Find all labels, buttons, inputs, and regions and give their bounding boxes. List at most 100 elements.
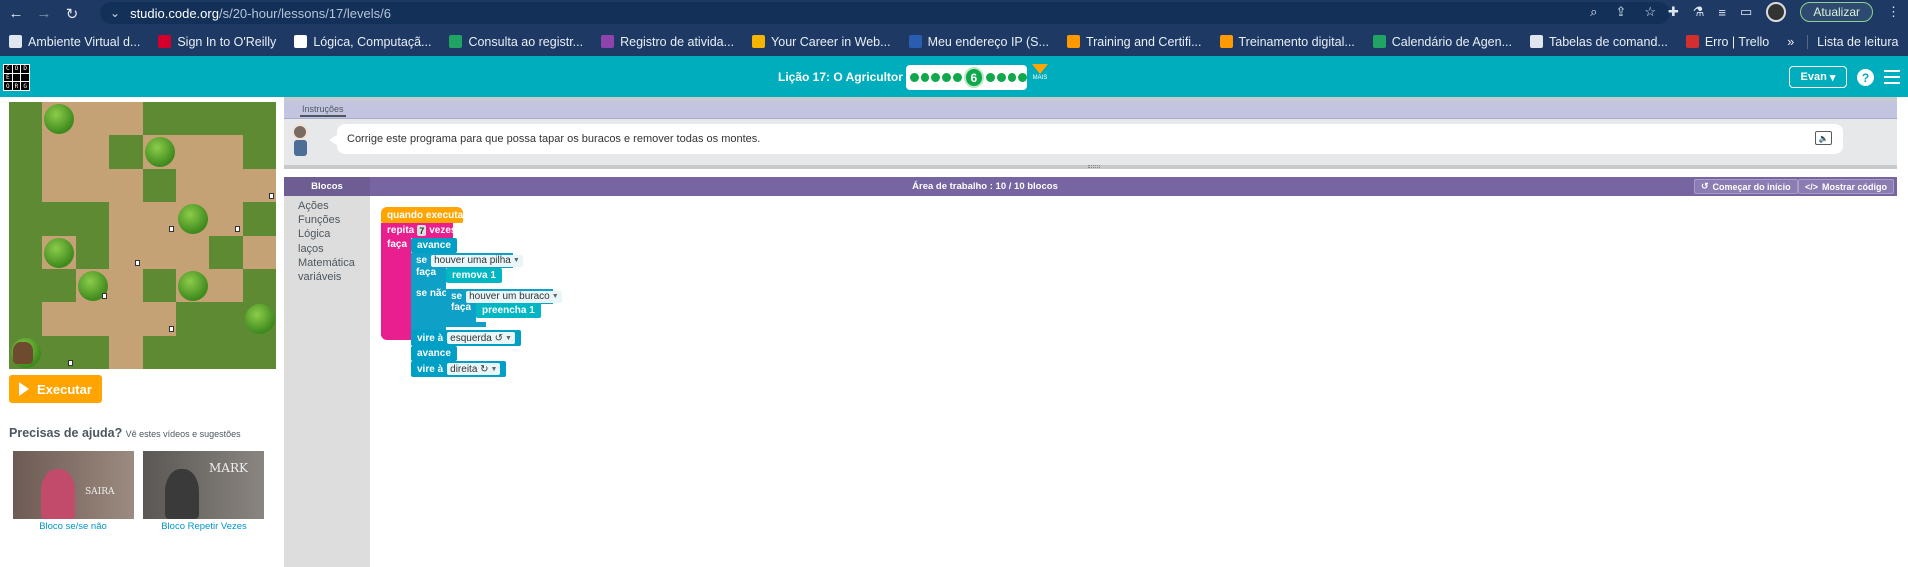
grass-tile	[109, 135, 143, 169]
hamburger-menu-icon[interactable]	[1884, 70, 1900, 84]
restart-label: Começar do início	[1712, 181, 1791, 192]
browser-menu-icon[interactable]: ⋮	[1887, 4, 1900, 20]
fill-block[interactable]: preencha 1	[476, 303, 541, 318]
level-dot[interactable]	[931, 73, 941, 82]
when-run-block[interactable]: quando executar	[381, 207, 467, 223]
remove-block[interactable]: remova 1	[446, 268, 502, 283]
toolbox-category[interactable]: Lógica	[298, 228, 330, 240]
bookmark-item[interactable]: Tabelas de comand...	[1521, 35, 1677, 49]
pile-marker-icon	[168, 326, 174, 333]
dirt-tile	[175, 235, 210, 269]
repeat-count-field[interactable]: 7	[417, 225, 427, 236]
reload-icon[interactable]: ↻	[60, 4, 84, 24]
restart-button[interactable]: ↺ Começar do início	[1694, 179, 1798, 194]
lesson-title[interactable]: Lição 17: O Agricultor 3	[778, 70, 913, 84]
bookmarks-overflow-button[interactable]: »	[1778, 35, 1803, 49]
address-bar[interactable]: ⌄ studio.code.org/s/20-hour/lessons/17/l…	[100, 2, 1670, 24]
bookmark-star-icon[interactable]: ☆	[1644, 4, 1656, 20]
bookmark-item[interactable]: Lógica, Computaçã...	[285, 35, 440, 49]
bookmark-item[interactable]: Registro de ativida...	[592, 35, 743, 49]
dirt-tile	[175, 168, 210, 203]
bookmark-item[interactable]: Ambiente Virtual d...	[0, 35, 149, 49]
toolbox-category[interactable]: Ações	[298, 200, 329, 212]
bookmark-item[interactable]: Consulta ao registr...	[440, 35, 592, 49]
code-org-logo[interactable]: CODEORG	[3, 64, 30, 91]
bookmark-label: Ambiente Virtual d...	[28, 34, 141, 49]
share-icon[interactable]: ⇪	[1615, 4, 1626, 20]
toolbox-category[interactable]: variáveis	[298, 271, 341, 283]
level-dot[interactable]	[920, 73, 930, 82]
block-label: avance	[417, 348, 451, 359]
extensions-icon[interactable]: ✚	[1668, 4, 1679, 20]
toolbox-category[interactable]: Funções	[298, 214, 340, 226]
video-caption-repeat[interactable]: Bloco Repetir Vezes	[139, 521, 269, 532]
reading-list-button[interactable]: Lista de leitura	[1807, 34, 1907, 49]
profile-avatar[interactable]	[1766, 2, 1787, 22]
media-icon[interactable]: ≡	[1718, 5, 1726, 20]
play-icon	[19, 382, 29, 396]
bookmark-item[interactable]: Your Career in Web...	[743, 35, 900, 49]
bookmark-favicon-icon	[1219, 35, 1233, 48]
video-overlay-text: MARK	[209, 461, 248, 475]
grass-tile	[142, 268, 176, 303]
block-label: preencha 1	[482, 305, 535, 316]
bookmark-item[interactable]: Meu endereço IP (S...	[900, 35, 1058, 49]
back-icon[interactable]: ←	[4, 4, 28, 24]
bookmark-item[interactable]: Erro | Trello	[1677, 35, 1778, 49]
show-code-button[interactable]: </> Mostrar código	[1798, 179, 1895, 194]
direction-dropdown[interactable]: esquerda ↺ ▼	[447, 332, 515, 344]
resize-grip[interactable]	[1088, 165, 1100, 168]
condition-dropdown[interactable]: houver um buraco ▼	[466, 290, 562, 303]
toolbox-category[interactable]: Matemática	[298, 257, 355, 269]
farmer-maze	[9, 102, 276, 369]
text-to-speech-icon[interactable]: 🔈	[1815, 131, 1832, 145]
bookmark-item[interactable]: Sign In to O'Reilly	[149, 35, 285, 49]
level-dot[interactable]	[986, 73, 995, 82]
current-level-dot[interactable]: 6	[963, 67, 985, 88]
grass-tile	[75, 235, 110, 269]
level-dot[interactable]	[996, 73, 1006, 82]
video-caption-if-else[interactable]: Bloco se/se não	[8, 521, 138, 532]
turn-right-block[interactable]: vire à direita ↻ ▼	[411, 361, 507, 377]
video-thumbnail-repeat[interactable]: MARK	[143, 451, 264, 519]
more-label: MAIS	[1032, 75, 1048, 81]
grass-tile	[9, 302, 43, 336]
update-button[interactable]: Atualizar	[1800, 2, 1873, 22]
condition-dropdown[interactable]: houver uma pilha ▼	[431, 254, 523, 267]
block-label: remova 1	[452, 270, 496, 281]
grass-tile	[242, 268, 276, 303]
repeat-block[interactable]: repita 7 vezes	[381, 223, 457, 238]
turn-left-block[interactable]: vire à esquerda ↺ ▼	[411, 330, 521, 346]
block-label: vire à	[417, 363, 444, 375]
level-dot[interactable]	[942, 73, 951, 82]
user-menu-button[interactable]: Evan ▾	[1789, 66, 1847, 88]
if-else-block[interactable]: se houver uma pilha ▼	[411, 253, 523, 268]
site-info-icon[interactable]: ⌄	[110, 6, 120, 20]
bookmark-item[interactable]: Training and Certifi...	[1058, 35, 1211, 49]
grass-tile	[9, 235, 43, 269]
level-dot[interactable]	[910, 73, 919, 82]
help-icon[interactable]: ?	[1857, 69, 1874, 86]
toolbox-category[interactable]: laços	[298, 243, 324, 255]
sidebar-icon[interactable]: ▭	[1740, 4, 1752, 20]
level-dot[interactable]	[1007, 73, 1017, 82]
logo-letter: R	[12, 82, 21, 90]
lab-icon[interactable]: ⚗	[1693, 4, 1705, 20]
block-workspace[interactable]: quando executar repita 7 vezes faça avan…	[370, 196, 1897, 567]
grass-tile	[142, 102, 176, 136]
run-button[interactable]: Executar	[9, 375, 102, 403]
bookmark-favicon-icon	[601, 35, 615, 48]
move-forward-block[interactable]: avance	[411, 346, 457, 361]
zoom-icon[interactable]: ⌕	[1590, 4, 1597, 20]
move-forward-block[interactable]: avance	[411, 238, 457, 253]
level-dot[interactable]	[952, 73, 962, 82]
bookmark-item[interactable]: Calendário de Agen...	[1364, 35, 1521, 49]
tab-instructions[interactable]: Instruções	[300, 104, 346, 117]
forward-icon[interactable]: →	[32, 4, 56, 24]
more-levels-button[interactable]: MAIS	[1029, 64, 1051, 81]
direction-dropdown[interactable]: direita ↻ ▼	[447, 363, 501, 375]
grass-tile	[75, 202, 110, 236]
bookmark-item[interactable]: Treinamento digital...	[1211, 35, 1364, 49]
video-thumbnail-if-else[interactable]: SAIRA	[13, 451, 134, 519]
level-dot[interactable]	[1018, 73, 1027, 82]
